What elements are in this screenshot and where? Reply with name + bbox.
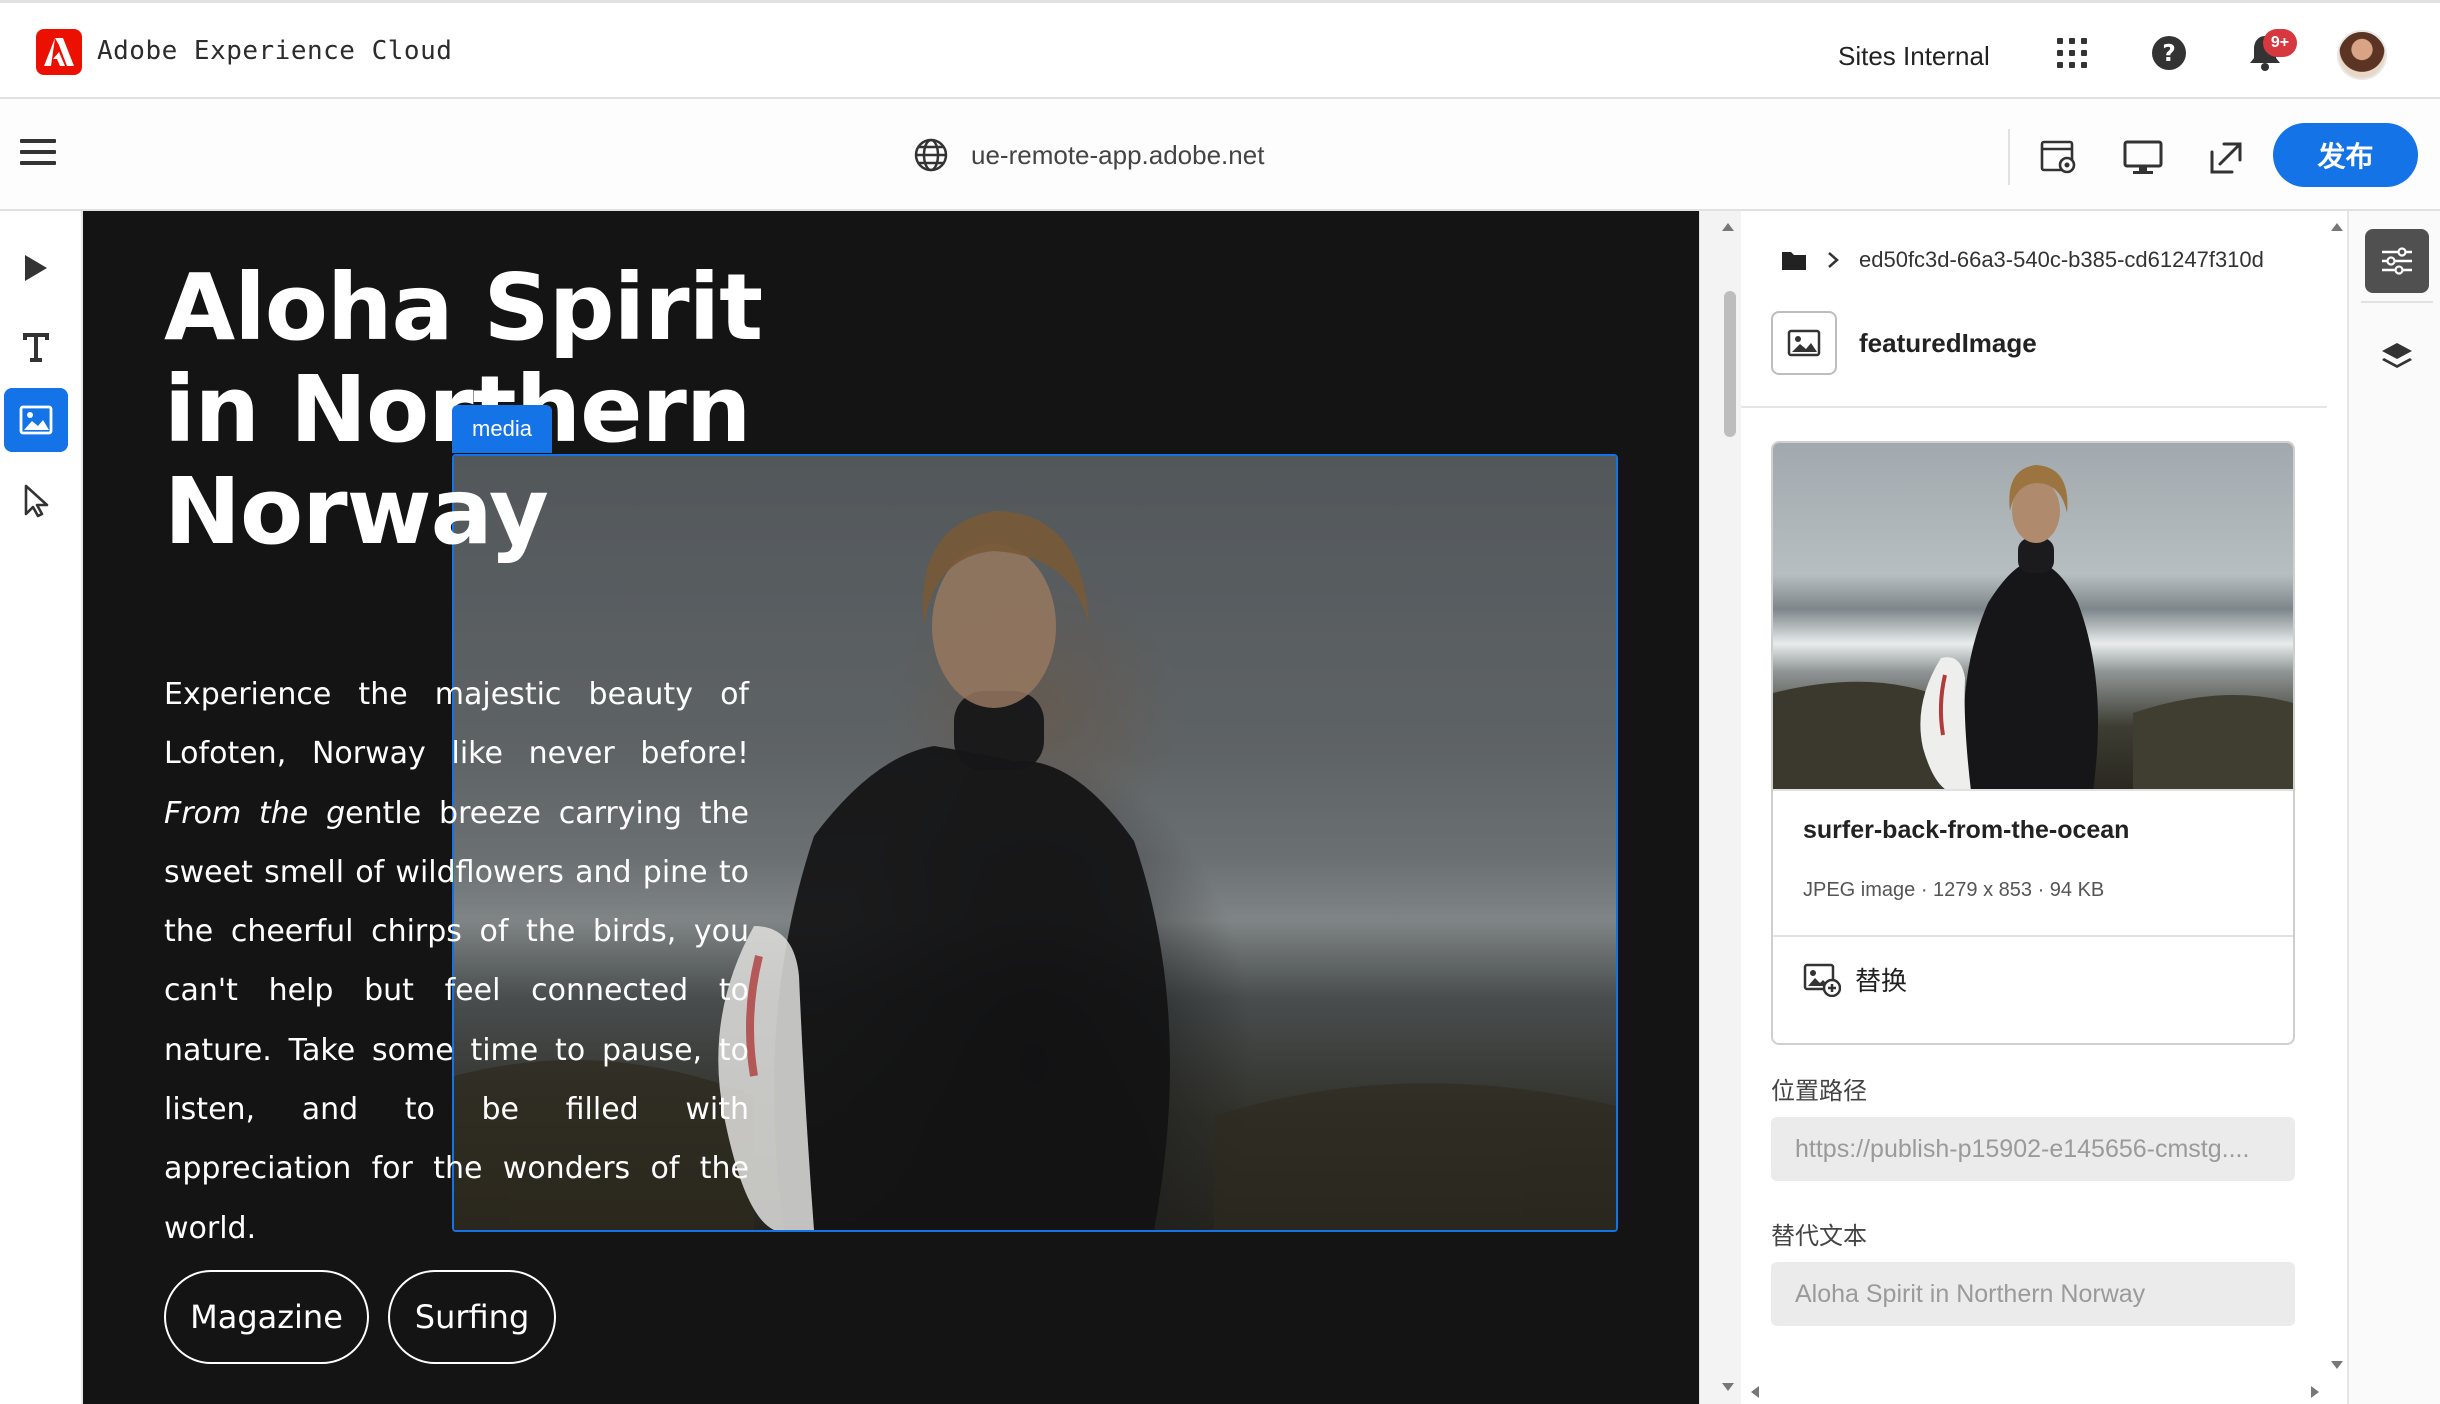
replace-image-icon [1803, 963, 1841, 997]
alt-text-field[interactable]: Aloha Spirit in Northern Norway [1771, 1262, 2295, 1326]
asset-meta: JPEG image · 1279 x 853 · 94 KB [1803, 879, 2105, 901]
hero-body-text[interactable]: Experience the majestic beauty of Lofote… [164, 665, 749, 1258]
menu-icon[interactable] [20, 139, 56, 171]
panel-divider [1741, 406, 2327, 408]
alt-text-label: 替代文本 [1771, 1222, 1867, 1250]
scroll-down-arrow-icon[interactable] [1722, 1383, 1734, 1391]
editor-toolbar: ue-remote-app.adobe.net 发布 [0, 99, 2440, 211]
org-switcher[interactable]: Sites Internal [1838, 41, 1990, 72]
text-icon [23, 333, 49, 362]
media-component-label[interactable]: media [452, 405, 552, 453]
shell-bar: Adobe Experience Cloud Sites Internal ? … [0, 0, 2440, 99]
left-tool-rail [0, 211, 83, 1404]
panel-scroll-right-icon[interactable] [2311, 1386, 2319, 1398]
apps-grid-icon[interactable] [2052, 33, 2092, 73]
chevron-right-icon [1828, 252, 1839, 268]
scroll-up-arrow-icon[interactable] [1722, 223, 1734, 231]
component-header: featuredImage [1771, 311, 2037, 375]
preview-tool-button[interactable] [4, 236, 68, 300]
asset-separator [1773, 935, 2293, 937]
page-canvas[interactable]: Aloha Spirit in Northern Norway Experien… [83, 211, 1699, 1404]
asset-title: surfer-back-from-the-ocean [1803, 816, 2130, 844]
publish-button[interactable]: 发布 [2273, 123, 2418, 187]
tag-magazine[interactable]: Magazine [164, 1270, 369, 1364]
panel-scroll-down-icon[interactable] [2331, 1361, 2343, 1369]
canvas-scrollbar[interactable] [1699, 211, 1741, 1404]
properties-tab[interactable] [2365, 229, 2429, 293]
app-title[interactable]: Adobe Experience Cloud [97, 36, 452, 66]
body-text-segment: Experience the majestic beauty of Lofote… [164, 677, 749, 772]
adobe-logo[interactable] [36, 29, 82, 75]
location-path-field[interactable]: https://publish-p15902-e145656-cmstg.... [1771, 1117, 2295, 1181]
adobe-logo-mark [44, 38, 74, 66]
folder-icon [1782, 252, 1806, 270]
body-text-italic: From the g [164, 795, 346, 831]
sliders-icon [2382, 247, 2412, 275]
select-tool-button[interactable] [4, 469, 68, 533]
replace-label: 替换 [1855, 967, 1908, 997]
text-tool-button[interactable] [4, 315, 68, 379]
body-text-segment: entle breeze carrying the sweet smell of… [164, 795, 749, 1246]
pointer-icon [24, 484, 49, 518]
url-text: ue-remote-app.adobe.net [971, 139, 1265, 170]
layers-icon [2382, 343, 2412, 368]
image-icon [19, 405, 53, 435]
page-settings-icon[interactable] [2039, 137, 2081, 179]
asset-preview-image[interactable] [1773, 443, 2293, 791]
help-icon[interactable]: ? [2149, 33, 2189, 73]
rail-divider [2361, 301, 2433, 303]
asset-card: surfer-back-from-the-ocean JPEG image · … [1771, 441, 2295, 1045]
right-panel-rail [2349, 211, 2440, 1404]
panel-scroll-left-icon[interactable] [1751, 1386, 1759, 1398]
properties-panel: ed50fc3d-66a3-540c-b385-cd61247f310d fea… [1741, 211, 2349, 1404]
layers-tab[interactable] [2365, 326, 2429, 390]
media-tool-button[interactable] [4, 388, 68, 452]
svg-text:?: ? [2162, 41, 2175, 67]
hero-title-line: Norway [164, 458, 549, 565]
replace-asset-button[interactable]: 替换 [1803, 961, 1907, 998]
breadcrumb-id: ed50fc3d-66a3-540c-b385-cd61247f310d [1859, 247, 2264, 272]
component-name: featuredImage [1859, 327, 2037, 358]
canvas-scrollbar-thumb[interactable] [1724, 291, 1736, 437]
breadcrumb[interactable]: ed50fc3d-66a3-540c-b385-cd61247f310d [1781, 247, 2264, 273]
image-component-icon [1771, 311, 1837, 375]
hero-title-line: Aloha Spirit [164, 254, 763, 361]
play-icon [25, 255, 47, 281]
open-external-icon[interactable] [2205, 137, 2247, 179]
asset-preview-figure [1773, 465, 2293, 789]
location-path-label: 位置路径 [1771, 1077, 1867, 1105]
desktop-preview-icon[interactable] [2122, 137, 2164, 179]
tag-surfing[interactable]: Surfing [388, 1270, 556, 1364]
avatar[interactable] [2337, 30, 2387, 80]
panel-scroll-up-icon[interactable] [2331, 223, 2343, 231]
toolbar-divider [2008, 129, 2010, 185]
globe-icon [914, 138, 948, 172]
notification-badge: 9+ [2263, 29, 2297, 57]
url-display[interactable]: ue-remote-app.adobe.net [913, 137, 1264, 173]
